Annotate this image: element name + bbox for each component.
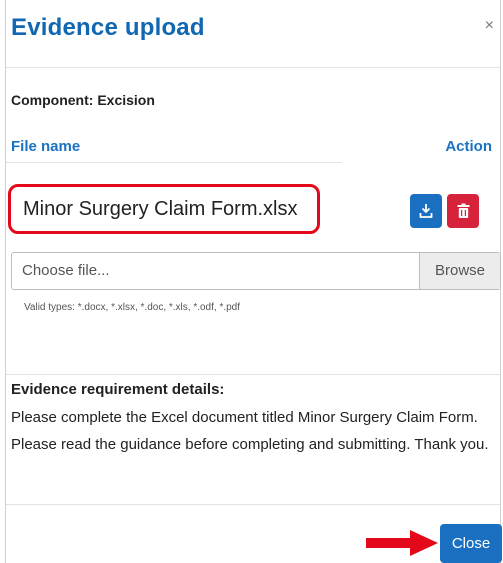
divider — [6, 504, 500, 505]
valid-types-hint: Valid types: *.docx, *.xlsx, *.doc, *.xl… — [24, 302, 241, 313]
file-name[interactable]: Minor Surgery Claim Form.xlsx — [11, 198, 297, 221]
modal-header: Evidence upload × — [6, 0, 500, 68]
divider — [6, 374, 500, 375]
file-row-highlight: Minor Surgery Claim Form.xlsx — [8, 184, 320, 234]
close-icon[interactable]: × — [485, 17, 494, 35]
column-header-action: Action — [445, 138, 492, 155]
download-icon — [419, 204, 433, 218]
arrow-annotation-icon — [366, 530, 438, 556]
download-button[interactable] — [410, 194, 442, 228]
file-chooser[interactable]: Choose file... Browse — [11, 252, 501, 290]
trash-icon — [457, 203, 469, 218]
component-label: Component: Excision — [11, 92, 155, 108]
requirements-title: Evidence requirement details: — [11, 381, 225, 398]
browse-button[interactable]: Browse — [419, 253, 500, 289]
close-button[interactable]: Close — [440, 524, 502, 563]
requirements-body: Please complete the Excel document title… — [11, 409, 489, 453]
column-header-file-name: File name — [11, 138, 81, 155]
delete-button[interactable] — [447, 194, 479, 228]
file-input-placeholder[interactable]: Choose file... — [12, 253, 419, 289]
evidence-upload-modal: Evidence upload × Component: Excision Fi… — [5, 0, 502, 563]
modal-title: Evidence upload — [11, 14, 205, 41]
divider — [6, 162, 342, 163]
